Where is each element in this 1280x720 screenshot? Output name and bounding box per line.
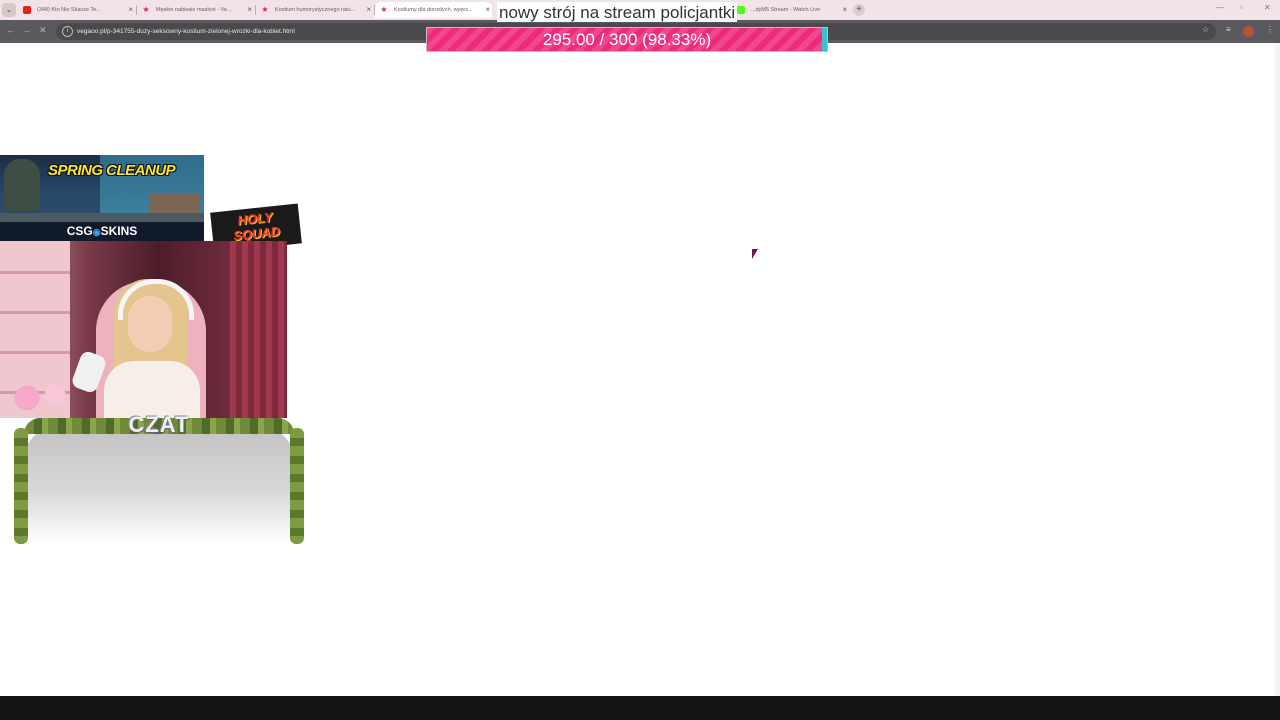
tab-title: ...dyM5 Stream - Watch Live: [751, 7, 821, 13]
sponsor-brand-right: SKINS: [100, 224, 138, 238]
donation-goal-title: nowy strój na stream policjantki: [497, 2, 738, 22]
media-controls-icon[interactable]: ≡: [1226, 25, 1231, 34]
vegaoo-icon: ★: [261, 5, 269, 14]
tab-title: (348) Kto Nie Skacze Te...: [37, 7, 101, 13]
vegaoo-icon: ★: [142, 5, 150, 14]
close-tab-icon[interactable]: ×: [842, 2, 847, 18]
vegaoo-icon: ★: [380, 5, 388, 14]
tab-2[interactable]: ★ Męskie nabiesie maskini - Ve... ×: [137, 2, 254, 18]
mouse-cursor-icon: [752, 249, 758, 259]
tab-search-button[interactable]: ⌄: [2, 3, 16, 17]
vine-decoration-left: [14, 428, 28, 544]
sponsor-title: SPRING CLEANUP: [48, 162, 176, 179]
tab-4-active[interactable]: ★ Kostiumy dla dorosłych, wyprz... ×: [375, 2, 492, 18]
chat-background: [24, 426, 294, 544]
kick-icon: [737, 6, 745, 14]
menu-icon[interactable]: ⋮: [1266, 25, 1274, 34]
stop-loading-icon[interactable]: ✕: [39, 25, 47, 36]
sponsor-brand-left: CSG: [66, 224, 93, 238]
vine-decoration-right: [290, 428, 304, 544]
chat-title: CZAT: [128, 412, 190, 437]
donation-goal-amount: 295.00 / 300 (98.33%): [542, 30, 712, 49]
page-scrollbar[interactable]: [1275, 43, 1280, 696]
tab-3[interactable]: ★ Kostium humorystycznego ratu... ×: [256, 2, 373, 18]
url-text: vegaoo.pl/p-341755-duzy-seksowny-kostium…: [77, 28, 295, 35]
webcam-curtain: [230, 241, 287, 418]
back-icon[interactable]: ←: [6, 25, 15, 35]
profile-avatar[interactable]: [1243, 26, 1254, 37]
tab-title: Kostiumy dla dorosłych, wyprz...: [394, 7, 473, 13]
close-tab-icon[interactable]: ×: [485, 2, 490, 18]
tab-title: Kostium humorystycznego ratu...: [275, 7, 356, 13]
donation-goal-bar: 295.00 / 300 (98.33%): [426, 27, 828, 52]
webcam-streamer-body: [104, 361, 200, 418]
webcam-flowers: [6, 383, 76, 413]
sponsor-brand: CSG◉SKINS: [0, 222, 204, 241]
chat-box: CZAT: [14, 412, 304, 546]
video-bottom-bar: [0, 696, 1280, 720]
tab-title: Męskie nabiesie maskini - Ve...: [156, 7, 232, 13]
tab-5[interactable]: ...dyM5 Stream - Watch Live ×: [732, 2, 849, 18]
sponsor-logo-icon: ◉: [92, 227, 101, 237]
close-window-icon[interactable]: ✕: [1264, 3, 1271, 12]
sponsor-scene-desk: [150, 193, 200, 213]
sponsor-scene-character: [4, 159, 40, 211]
site-info-icon[interactable]: i: [62, 26, 73, 37]
tab-1[interactable]: (348) Kto Nie Skacze Te... ×: [18, 2, 135, 18]
minimize-icon[interactable]: —: [1216, 3, 1224, 12]
new-tab-button[interactable]: +: [853, 4, 865, 16]
webcam-feed: [0, 241, 287, 418]
youtube-icon: [23, 6, 31, 14]
restore-icon[interactable]: ▫: [1240, 3, 1243, 12]
close-tab-icon[interactable]: ×: [247, 2, 252, 18]
sponsor-brand-strip: CSG◉SKINS: [0, 222, 204, 241]
bookmark-star-icon[interactable]: ☆: [1202, 25, 1209, 34]
close-tab-icon[interactable]: ×: [128, 2, 133, 18]
forward-icon[interactable]: →: [22, 25, 31, 35]
sponsor-banner: SPRING CLEANUP CSG◉SKINS: [0, 155, 204, 241]
close-tab-icon[interactable]: ×: [366, 2, 371, 18]
